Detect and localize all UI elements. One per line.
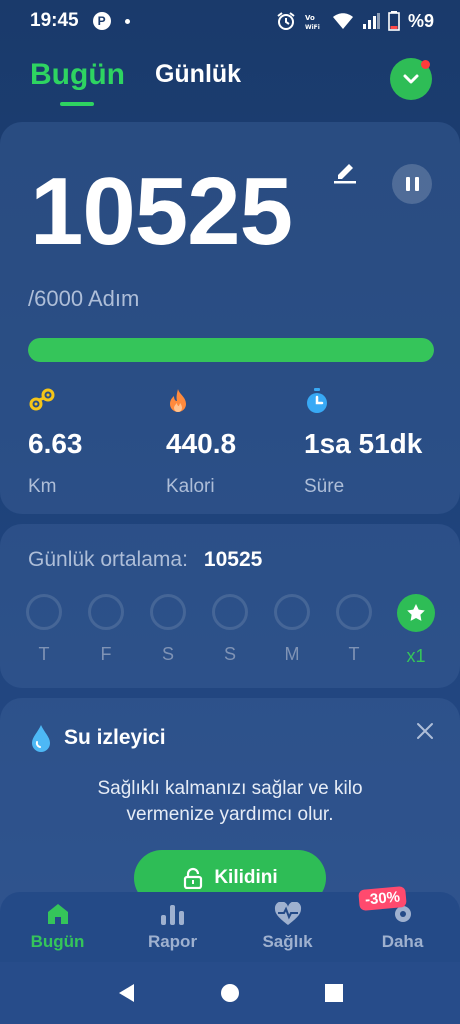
pinterest-icon: P: [92, 12, 111, 30]
stat-duration-label: Süre: [304, 476, 345, 497]
weekday-tracker: T F S S M Tx1: [24, 594, 436, 667]
day-circle: [212, 594, 248, 630]
step-progress-bar: [28, 338, 434, 362]
daily-average-card: Günlük ortalama: 10525 T F S S M Tx1: [0, 524, 460, 688]
signal-icon: [362, 13, 380, 29]
nav-label-health: Sağlık: [262, 932, 313, 951]
notification-dot-icon: [124, 18, 130, 24]
day-label: M: [284, 644, 300, 664]
vowifi-icon: Vo WiFi: [305, 14, 320, 31]
route-icon: [29, 388, 55, 411]
nav-item-health[interactable]: Sağlık: [230, 892, 345, 962]
svg-text:WiFi: WiFi: [305, 24, 320, 31]
stat-duration-value: 1sa 51dk: [304, 428, 423, 459]
alarm-icon: [277, 12, 295, 30]
unlock-button-label: Kilidini: [214, 867, 278, 888]
daily-average-label: Günlük ortalama:: [28, 548, 188, 571]
step-progress-fill: [28, 338, 434, 362]
day-circle: [274, 594, 310, 630]
stopwatch-icon: [307, 388, 327, 413]
weekday-2: S: [148, 594, 188, 667]
day-circle: [26, 594, 62, 630]
lock-icon: [184, 867, 203, 889]
pencil-icon[interactable]: [332, 160, 358, 184]
day-label: x1: [406, 646, 426, 666]
day-circle: [150, 594, 186, 630]
steps-count: 10525: [30, 158, 293, 265]
water-tracker-title: Su izleyici: [64, 726, 166, 749]
battery-percent: %9: [407, 10, 434, 31]
day-label: S: [161, 644, 174, 664]
bar-chart-icon: [160, 905, 184, 925]
stat-duration: 1sa 51dk Süre: [304, 388, 422, 498]
completed-day-badge: [397, 594, 435, 632]
day-circle: [336, 594, 372, 630]
stat-distance: 6.63 Km: [28, 388, 83, 498]
clock-time: 19:45: [30, 10, 79, 31]
stat-distance-label: Km: [28, 476, 57, 497]
tab-daily[interactable]: Günlük: [155, 60, 241, 92]
back-icon[interactable]: [116, 982, 136, 1004]
dropdown-button[interactable]: [390, 58, 432, 100]
pause-icon-bar: [414, 177, 419, 191]
svg-text:Vo: Vo: [305, 14, 315, 22]
day-label: F: [100, 644, 112, 664]
day-label: T: [348, 644, 360, 664]
discount-badge: -30%: [358, 885, 407, 912]
daily-average-value: 10525: [203, 548, 263, 571]
close-icon[interactable]: [416, 722, 434, 740]
nav-item-more[interactable]: Daha -30%: [345, 885, 460, 962]
weekday-0: T: [24, 594, 64, 667]
day-label: S: [223, 644, 236, 664]
chevron-down-icon: [403, 74, 419, 84]
bottom-navigation: Bugün Rapor Sağlık Daha -30%: [0, 885, 460, 962]
header-tabs: Bugün Günlük: [30, 58, 241, 106]
step-goal: /6000 Adım: [28, 286, 140, 311]
wifi-icon: [332, 13, 353, 29]
home-circle-icon[interactable]: [220, 983, 240, 1003]
nav-label-more: Daha: [381, 932, 424, 951]
star-icon: [407, 604, 425, 621]
weekday-4: M: [272, 594, 312, 667]
day-circle: [88, 594, 124, 630]
notification-badge: [421, 60, 430, 69]
nav-item-today[interactable]: Bugün: [0, 892, 115, 962]
stat-calories-label: Kalori: [166, 476, 215, 497]
heart-pulse-icon: [274, 902, 301, 925]
pause-button[interactable]: [392, 164, 432, 204]
weekday-5: T: [334, 594, 374, 667]
status-bar: 19:45 P Vo WiFi %9: [0, 0, 460, 42]
pause-icon: [405, 177, 410, 191]
flame-icon: [170, 389, 186, 412]
day-label: T: [38, 644, 50, 664]
water-drop-icon: [32, 725, 50, 752]
stat-calories-value: 440.8: [166, 428, 237, 459]
tab-today[interactable]: Bugün: [30, 58, 125, 106]
weekday-1: F: [86, 594, 126, 667]
recents-icon[interactable]: [324, 983, 344, 1003]
stat-calories: 440.8 Kalori: [166, 388, 236, 498]
steps-card: 10525 /6000 Adım 6.63 Km 440.8 Kalori 1s…: [0, 122, 460, 514]
water-tracker-description: Sağlıklı kalmanızı sağlar ve kilo vermen…: [97, 778, 363, 825]
nav-item-report[interactable]: Rapor: [115, 892, 230, 962]
nav-label-report: Rapor: [147, 932, 198, 951]
home-icon: [47, 904, 68, 924]
stat-distance-value: 6.63: [28, 428, 83, 459]
nav-label-today: Bugün: [30, 932, 85, 951]
weekday-6: x1: [396, 594, 436, 667]
weekday-3: S: [210, 594, 250, 667]
battery-icon: [388, 11, 400, 31]
system-navigation: [0, 962, 460, 1024]
